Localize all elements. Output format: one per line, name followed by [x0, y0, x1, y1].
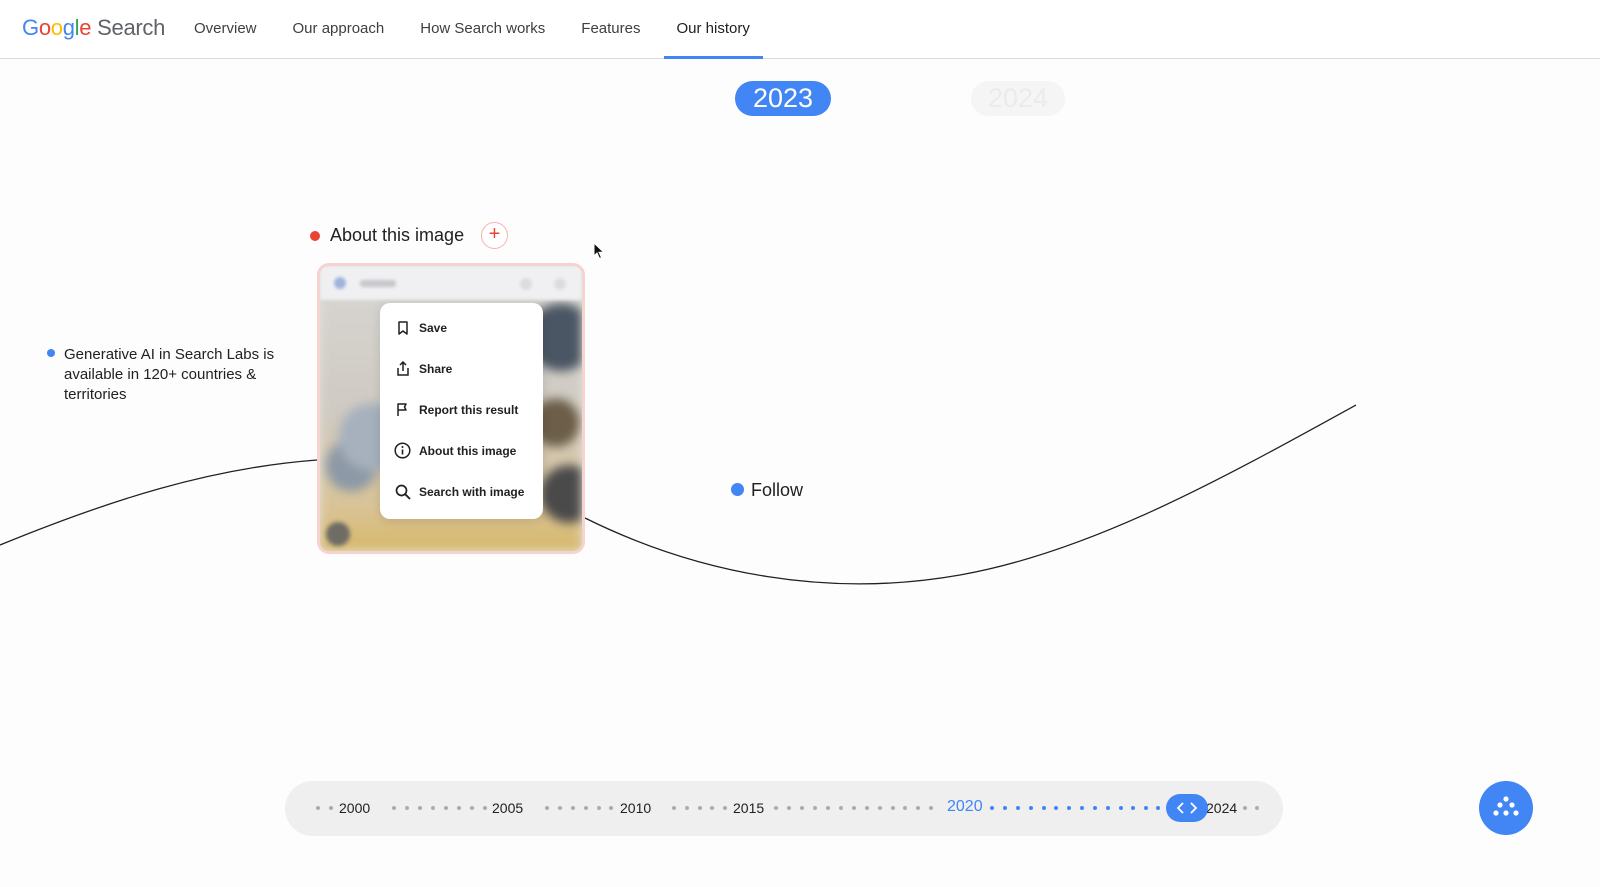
wave-left-segment [0, 459, 318, 546]
milestone-follow-title[interactable]: Follow [751, 480, 803, 501]
blurred-search-bar [320, 266, 582, 300]
timeline-year-2000[interactable]: 2000 [339, 800, 370, 816]
plus-icon: + [488, 223, 501, 245]
milestone-ai-dot [47, 349, 55, 357]
dots-grid-icon [1493, 796, 1519, 816]
timeline-wave [0, 404, 1357, 585]
menu-item-label: Search with image [419, 484, 525, 499]
mouse-cursor-icon [593, 242, 605, 260]
search-icon [394, 483, 411, 500]
menu-fab-button[interactable] [1479, 781, 1533, 835]
timeline-scrubber[interactable]: 2000 2005 2010 2015 2020 2024 [285, 781, 1283, 836]
flag-icon [394, 401, 411, 418]
menu-item-save[interactable]: Save [380, 307, 543, 348]
menu-item-share[interactable]: Share [380, 348, 543, 389]
menu-item-label: Share [419, 361, 453, 376]
share-icon [394, 360, 411, 377]
timeline-handle[interactable] [1166, 794, 1208, 822]
timeline-year-2020[interactable]: 2020 [947, 798, 983, 816]
milestone-about-title[interactable]: About this image [330, 225, 464, 246]
menu-item-report[interactable]: Report this result [380, 389, 543, 430]
menu-item-search-with-image[interactable]: Search with image [380, 471, 543, 512]
info-icon [394, 442, 411, 459]
milestone-ai-text[interactable]: Generative AI in Search Labs is availabl… [64, 345, 294, 405]
about-image-preview-card[interactable]: Save Share Report this result About this… [317, 263, 585, 554]
bookmark-icon [394, 319, 411, 336]
image-context-menu: Save Share Report this result About this… [380, 303, 543, 519]
menu-item-label: Report this result [419, 402, 519, 417]
chevron-left-right-icon [1176, 802, 1198, 814]
timeline-year-2010[interactable]: 2010 [620, 800, 651, 816]
expand-button[interactable]: + [481, 222, 508, 249]
menu-item-label: About this image [419, 443, 517, 458]
milestone-follow-dot [731, 483, 744, 496]
wave-right-segment [584, 404, 1357, 585]
menu-item-label: Save [419, 320, 448, 335]
milestone-about-dot [310, 231, 320, 241]
timeline-year-2024[interactable]: 2024 [1206, 800, 1237, 816]
menu-item-about-image[interactable]: About this image [380, 430, 543, 471]
blurred-wheel [326, 522, 350, 546]
timeline-year-2005[interactable]: 2005 [492, 800, 523, 816]
timeline-track: 2000 2005 2010 2015 2020 2024 [313, 781, 1259, 836]
timeline-year-2015[interactable]: 2015 [733, 800, 764, 816]
